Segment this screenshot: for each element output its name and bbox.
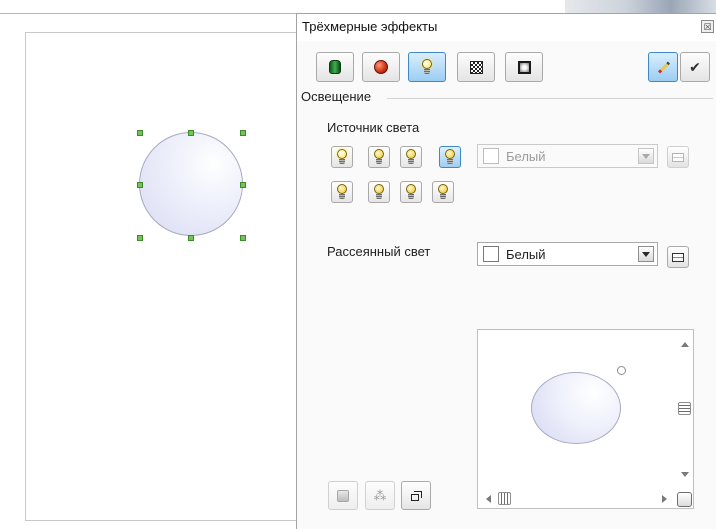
- horizontal-scroll-thumb[interactable]: [498, 492, 511, 505]
- light-bulb-icon: [336, 149, 348, 165]
- color-palette-icon: [672, 252, 684, 262]
- perspective-icon: ⁂: [373, 488, 387, 503]
- convert-to-3d-button[interactable]: [328, 481, 358, 510]
- vertical-scroll-thumb[interactable]: [678, 402, 691, 415]
- chevron-down-icon[interactable]: [638, 148, 654, 164]
- ambient-light-color-value: Белый: [506, 247, 546, 262]
- ambient-light-color-select[interactable]: Белый: [477, 242, 658, 266]
- textures-button[interactable]: [457, 52, 495, 82]
- perspective-button[interactable]: ⁂: [365, 481, 395, 510]
- cube-outline-icon: [410, 490, 422, 502]
- light-source-4-button[interactable]: [439, 146, 461, 168]
- light-source-color-value: Белый: [506, 149, 546, 164]
- light-bulb-icon: [405, 149, 417, 165]
- light-source-5-button[interactable]: [331, 181, 353, 203]
- selection-handle-left[interactable]: [137, 182, 143, 188]
- light-preview-panel[interactable]: [477, 329, 694, 509]
- light-source-3-button[interactable]: [400, 146, 422, 168]
- ambient-light-label: Рассеянный свет: [327, 244, 431, 259]
- light-source-label: Источник света: [327, 120, 420, 135]
- light-bulb-icon: [373, 149, 385, 165]
- ambient-color-dialog-button[interactable]: [667, 246, 689, 268]
- illumination-section-label: Освещение: [301, 89, 376, 104]
- selection-handle-top[interactable]: [188, 130, 194, 136]
- selection-handle-top-right[interactable]: [240, 130, 246, 136]
- light-source-color-dialog-button[interactable]: [667, 146, 689, 168]
- 3d-effects-dialog: Трёхмерные эффекты ☒ ✔ Освещение Источни…: [296, 13, 716, 529]
- light-bulb-icon: [444, 149, 456, 165]
- light-source-8-button[interactable]: [432, 181, 454, 203]
- scroll-up-icon[interactable]: [681, 342, 689, 347]
- color-swatch: [483, 148, 499, 164]
- pencil-icon: [655, 59, 671, 75]
- shading-button[interactable]: [362, 52, 400, 82]
- dialog-titlebar[interactable]: Трёхмерные эффекты ☒: [297, 14, 716, 41]
- section-divider: [387, 98, 713, 99]
- light-position-handle[interactable]: [617, 366, 626, 375]
- chevron-down-icon[interactable]: [638, 246, 654, 262]
- checkmark-icon: ✔: [689, 59, 701, 75]
- light-bulb-icon: [421, 59, 433, 75]
- selection-handle-top-left[interactable]: [137, 130, 143, 136]
- close-icon[interactable]: ☒: [701, 20, 714, 33]
- ruler-line: [0, 13, 296, 14]
- selection-handle-bottom[interactable]: [188, 235, 194, 241]
- vertical-scrollbar[interactable]: [677, 330, 693, 490]
- material-button[interactable]: [505, 52, 543, 82]
- sphere-icon: [374, 60, 388, 74]
- geometry-button[interactable]: [316, 52, 354, 82]
- document-canvas[interactable]: [0, 0, 297, 529]
- selection-handle-bottom-left[interactable]: [137, 235, 143, 241]
- light-source-2-button[interactable]: [368, 146, 390, 168]
- light-source-1-button[interactable]: [331, 146, 353, 168]
- preview-mode-toggle[interactable]: [677, 492, 692, 507]
- light-bulb-icon: [405, 184, 417, 200]
- light-source-color-select[interactable]: Белый: [477, 144, 658, 168]
- dialog-title: Трёхмерные эффекты: [302, 19, 438, 34]
- scroll-right-icon[interactable]: [662, 495, 667, 503]
- cylinder-icon: [329, 60, 341, 74]
- convert-3d-icon: [337, 489, 349, 502]
- light-bulb-icon: [336, 184, 348, 200]
- scroll-left-icon[interactable]: [486, 495, 491, 503]
- material-icon: [517, 60, 531, 74]
- 3d-object-button[interactable]: [401, 481, 431, 510]
- selection-handle-bottom-right[interactable]: [240, 235, 246, 241]
- light-bulb-icon: [373, 184, 385, 200]
- assign-button[interactable]: ✔: [680, 52, 710, 82]
- scroll-down-icon[interactable]: [681, 472, 689, 477]
- background-window: [565, 0, 716, 13]
- light-source-7-button[interactable]: [400, 181, 422, 203]
- color-swatch: [483, 246, 499, 262]
- color-palette-icon: [672, 152, 684, 162]
- horizontal-scrollbar[interactable]: [478, 490, 677, 508]
- checker-texture-icon: [469, 60, 483, 74]
- light-bulb-icon: [437, 184, 449, 200]
- selected-circle-shape[interactable]: [139, 132, 243, 236]
- light-source-6-button[interactable]: [368, 181, 390, 203]
- preview-sphere: [531, 372, 621, 444]
- update-button[interactable]: [648, 52, 678, 82]
- illumination-button[interactable]: [408, 52, 446, 82]
- selection-handle-right[interactable]: [240, 182, 246, 188]
- document-page[interactable]: [25, 32, 297, 521]
